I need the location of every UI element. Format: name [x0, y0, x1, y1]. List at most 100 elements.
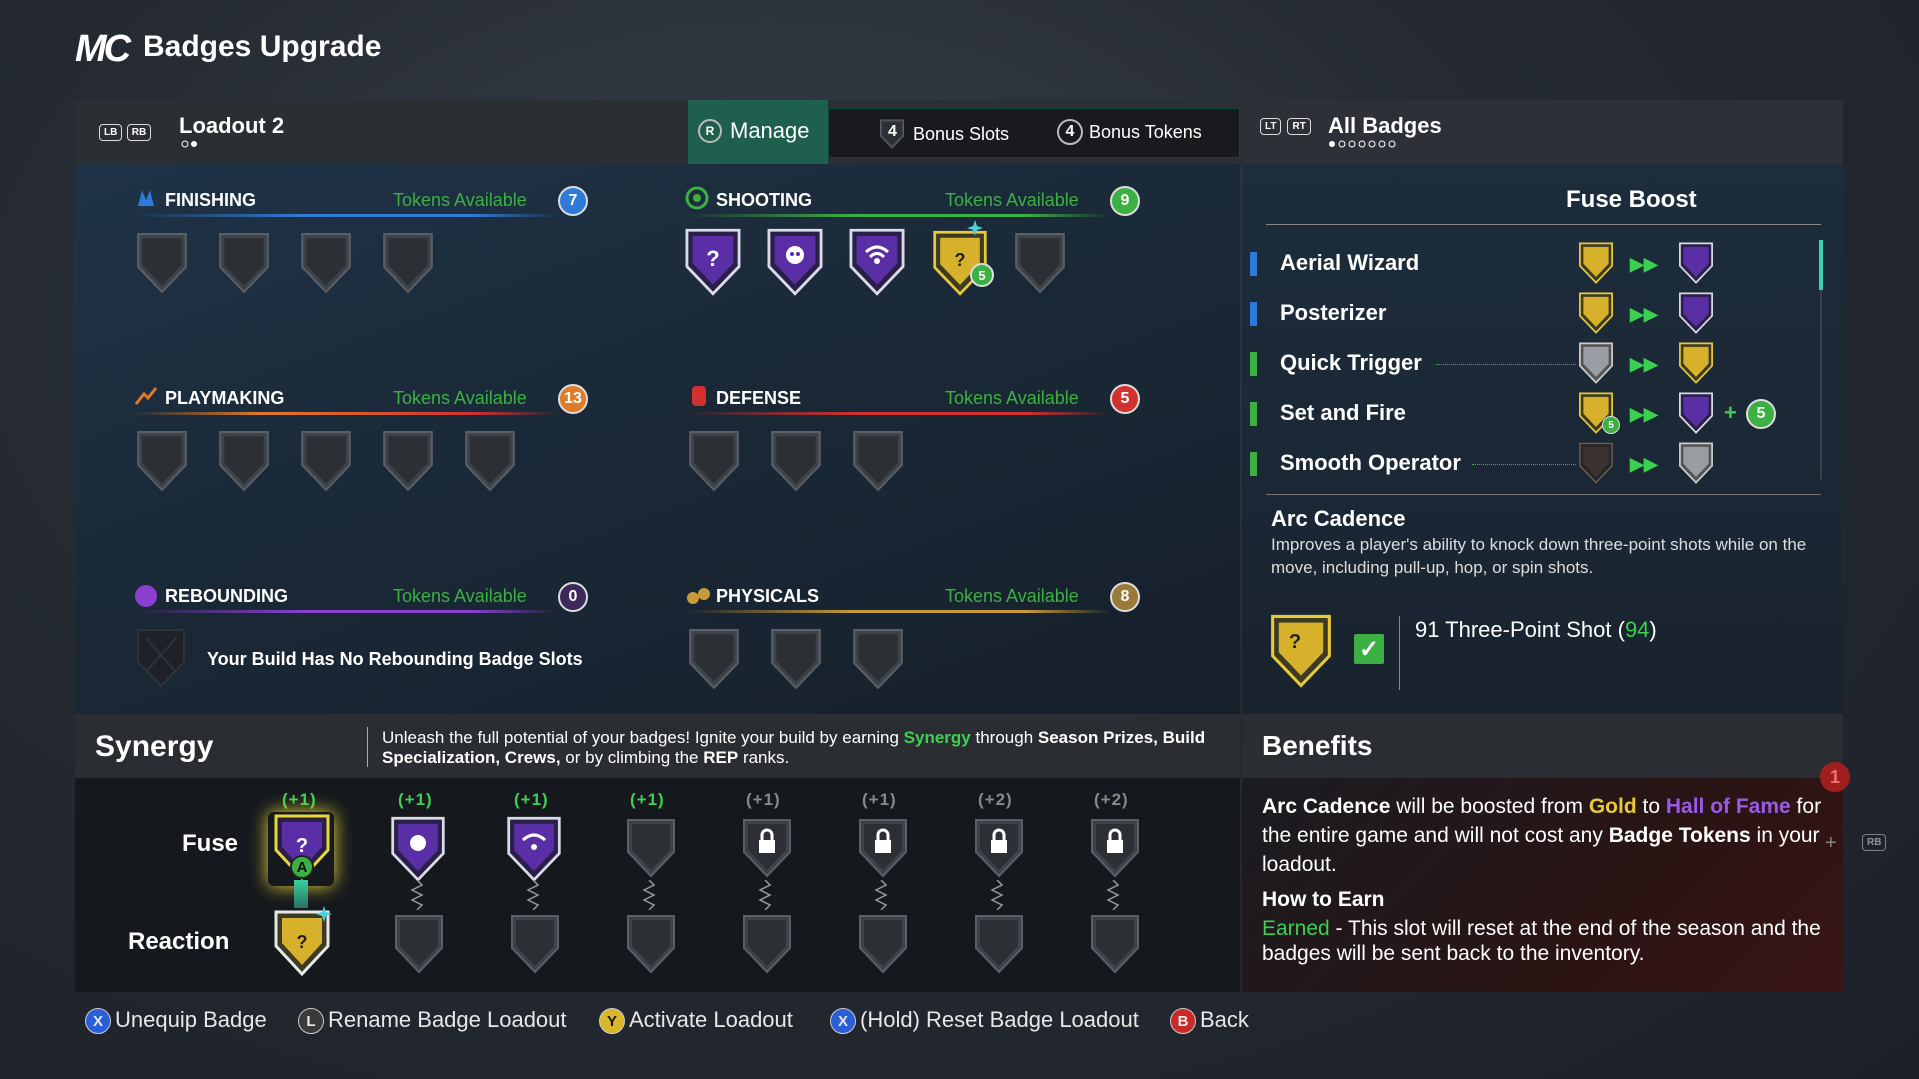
playmaking-slot[interactable]	[464, 430, 516, 492]
physicals-slot[interactable]	[852, 628, 904, 690]
divider	[1266, 224, 1821, 225]
l-stick-icon: L	[298, 1008, 324, 1035]
playmaking-slot[interactable]	[382, 430, 434, 492]
synergy-fuse-slot-locked[interactable]	[858, 818, 908, 878]
synergy-reaction-slot[interactable]	[1090, 914, 1140, 974]
upgrade-arrow-icon: ▶▶	[1630, 304, 1658, 324]
connector	[642, 880, 656, 910]
fuse-row-aerial-wizard[interactable]: Aerial Wizard ▶▶	[1250, 248, 1820, 280]
fuse-row-set-and-fire[interactable]: Set and Fire 5 ▶▶ + 5	[1250, 398, 1820, 434]
all-badges-page-dots	[1328, 140, 1398, 148]
fuse-row-posterizer[interactable]: Posterizer ▶▶	[1250, 298, 1820, 330]
synergy-fuse-slot-locked[interactable]	[742, 818, 792, 878]
synergy-fuse-slot-locked[interactable]	[974, 818, 1024, 878]
physicals-underline	[685, 610, 1110, 613]
footer-rename[interactable]: L Rename Badge Loadout	[298, 1007, 567, 1035]
synergy-fuse-slot[interactable]	[506, 816, 562, 882]
shooting-tokens-label: Tokens Available	[945, 190, 1079, 210]
synergy-reaction-slot[interactable]	[974, 914, 1024, 974]
lb-button[interactable]: LB	[99, 124, 123, 141]
synergy-bonus-label: (+1)	[630, 790, 665, 809]
plus-overlay: +	[1825, 832, 1837, 854]
finishing-slot[interactable]	[136, 232, 188, 294]
rb-button[interactable]: RB	[126, 124, 152, 141]
playmaking-slot[interactable]	[218, 430, 270, 492]
lt-button[interactable]: LT	[1260, 118, 1282, 135]
arc-cadence-badge[interactable]: ?	[684, 228, 742, 296]
category-marker	[1250, 352, 1257, 376]
fuse-row-label: Smooth Operator	[1280, 450, 1461, 475]
gold-badge-icon	[1678, 342, 1714, 384]
synergy-reaction-slot[interactable]	[510, 914, 560, 974]
bonus-token-icon: 4	[1057, 119, 1083, 145]
fuse-row-label: Set and Fire	[1280, 400, 1406, 425]
playmaking-slot[interactable]	[136, 430, 188, 492]
synergy-fuse-slot[interactable]	[390, 816, 446, 882]
footer-unequip[interactable]: X Unequip Badge	[85, 1007, 267, 1035]
dotted-leader	[1472, 464, 1576, 465]
loadout-page-dots	[181, 140, 201, 148]
benefits-title: Benefits	[1262, 730, 1373, 761]
b-button-icon: B	[1170, 1008, 1196, 1035]
reaction-row-label: Reaction	[128, 928, 230, 955]
footer-back[interactable]: B Back	[1170, 1007, 1249, 1035]
synergy-reaction-slot[interactable]	[858, 914, 908, 974]
synergy-reaction-slot[interactable]	[394, 914, 444, 974]
synergy-reaction-slot[interactable]	[742, 914, 792, 974]
hof-badge-icon	[1678, 242, 1714, 284]
upgrade-arrow-icon: ▶▶	[1630, 254, 1658, 274]
locked-slot-icon	[137, 629, 185, 688]
defense-slot[interactable]	[688, 430, 740, 492]
synergy-fuse-slot-locked[interactable]	[1090, 818, 1140, 878]
all-badges-tab[interactable]: LT RT All Badges	[1242, 100, 1843, 164]
category-marker	[1250, 452, 1257, 476]
physicals-slot[interactable]	[688, 628, 740, 690]
skull-target-badge[interactable]	[766, 228, 824, 296]
manage-button[interactable]: R Manage	[688, 100, 828, 164]
fuse-row-label: Quick Trigger	[1280, 350, 1422, 375]
connector	[1106, 880, 1120, 910]
synergy-reaction-slot[interactable]	[626, 914, 676, 974]
shooting-slot[interactable]	[1014, 232, 1066, 294]
physicals-slot[interactable]	[770, 628, 822, 690]
finishing-slot[interactable]	[382, 232, 434, 294]
rebounding-icon	[134, 584, 158, 608]
loadout-selector[interactable]: LB RB Loadout 2	[75, 100, 687, 164]
hof-badge-icon	[1678, 292, 1714, 334]
fuse-row-smooth-operator[interactable]: Smooth Operator ▶▶	[1250, 448, 1820, 480]
bonus-info: 4 Bonus Slots 4 Bonus Tokens	[828, 108, 1240, 158]
synergy-fuse-slot[interactable]	[626, 818, 676, 878]
synergy-bonus-label: (+1)	[862, 790, 897, 809]
shooting-title: SHOOTING	[716, 190, 813, 210]
upgrade-arrow-icon: ▶▶	[1630, 354, 1658, 374]
fuse-row-quick-trigger[interactable]: Quick Trigger ▶▶	[1250, 348, 1820, 380]
svg-text:?: ?	[706, 246, 719, 271]
signal-badge[interactable]	[848, 228, 906, 296]
scrollbar-track[interactable]	[1820, 290, 1822, 480]
defense-slot[interactable]	[852, 430, 904, 492]
background-number-badge: 1	[1820, 762, 1850, 792]
synergy-bonus-label: (+1)	[398, 790, 433, 809]
finishing-slot[interactable]	[218, 232, 270, 294]
rebounding-underline	[134, 610, 558, 613]
playmaking-tokens-label: Tokens Available	[393, 388, 527, 408]
synergy-bonus-label: (+1)	[746, 790, 781, 809]
shooting-underline	[685, 214, 1110, 217]
defense-slot[interactable]	[770, 430, 822, 492]
footer-reset[interactable]: X (Hold) Reset Badge Loadout	[830, 1007, 1139, 1035]
footer-activate[interactable]: Y Activate Loadout	[599, 1007, 793, 1035]
physicals-token-count: 8	[1110, 582, 1140, 612]
connector	[990, 880, 1004, 910]
rt-button[interactable]: RT	[1287, 118, 1311, 135]
selected-badge-description: Improves a player's ability to knock dow…	[1271, 535, 1807, 577]
rebounding-title: REBOUNDING	[165, 586, 289, 606]
connector	[410, 880, 424, 910]
synergy-bonus-label: (+2)	[978, 790, 1013, 809]
svg-text:?: ?	[297, 932, 308, 952]
benefits-text: Arc Cadence will be boosted from Gold to…	[1262, 795, 1822, 876]
playmaking-title: PLAYMAKING	[165, 388, 285, 408]
bonus-slots-label: Bonus Slots	[913, 123, 1010, 144]
playmaking-slot[interactable]	[300, 430, 352, 492]
finishing-slot[interactable]	[300, 232, 352, 294]
r-stick-icon: R	[698, 119, 722, 143]
